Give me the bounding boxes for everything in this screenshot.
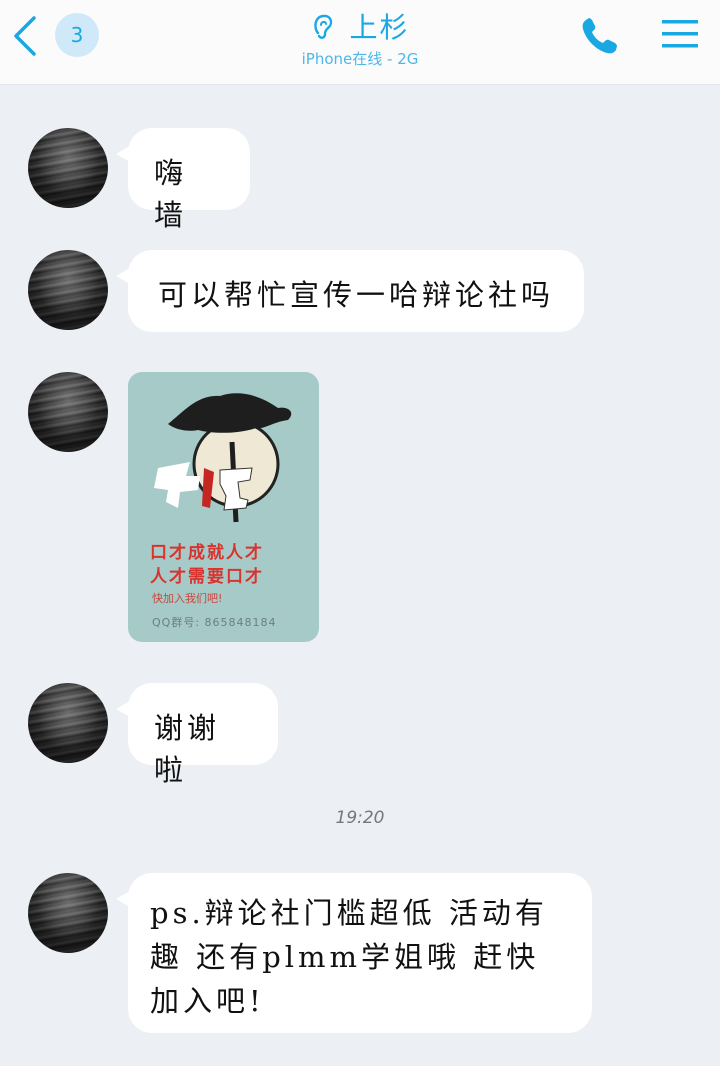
ear-icon bbox=[314, 14, 333, 39]
menu-icon[interactable] bbox=[662, 18, 698, 50]
image-message[interactable]: 口才成就人才 人才需要口才 快加入我们吧! QQ群号: 865848184 bbox=[128, 372, 319, 642]
poster-qq-group: QQ群号: 865848184 bbox=[152, 616, 277, 629]
message-bubble[interactable]: 谢谢啦 bbox=[116, 683, 278, 787]
sender-avatar[interactable] bbox=[28, 250, 108, 330]
poster-slogan-2: 人才需要口才 bbox=[150, 567, 264, 587]
message-bubble[interactable]: 嗨 墙 bbox=[116, 128, 250, 232]
debate-club-logo bbox=[154, 393, 292, 523]
sender-avatar[interactable] bbox=[28, 873, 108, 953]
message-bubble[interactable]: ps.辩论社门槛超低 活动有趣 还有plmm学姐哦 赶快加入吧! bbox=[116, 873, 592, 1033]
phone-icon[interactable] bbox=[578, 14, 622, 58]
message-bubble[interactable]: 可以帮忙宣传一哈辩论社吗 bbox=[116, 250, 584, 332]
poster-slogan-1: 口才成就人才 bbox=[150, 543, 264, 563]
sender-avatar[interactable] bbox=[28, 128, 108, 208]
contact-name: 上杉 bbox=[349, 11, 410, 44]
poster-join-text: 快加入我们吧! bbox=[152, 592, 223, 605]
sender-avatar[interactable] bbox=[28, 683, 108, 763]
chat-header: 3 上杉 iPhone在线 - 2G bbox=[0, 0, 720, 85]
sender-avatar[interactable] bbox=[28, 372, 108, 452]
message-timestamp: 19:20 bbox=[335, 808, 385, 828]
